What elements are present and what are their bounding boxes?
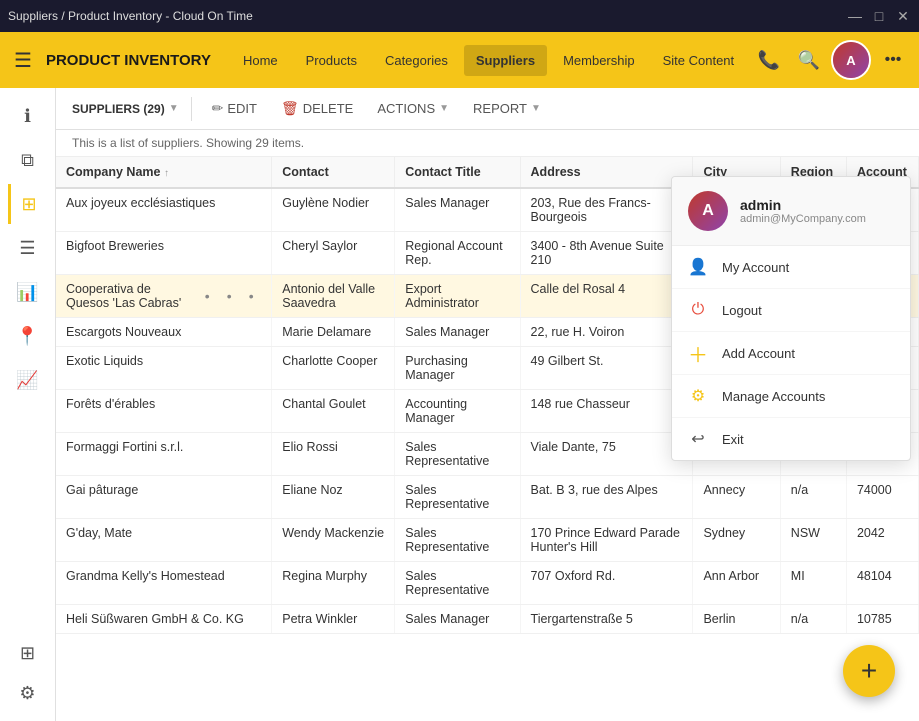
table-row[interactable]: Heli Süßwaren GmbH & Co. KGPetra Winkler… xyxy=(56,605,919,634)
minimize-button[interactable]: — xyxy=(847,8,863,24)
nav-products[interactable]: Products xyxy=(294,45,369,76)
actions-button[interactable]: ACTIONS ▼ xyxy=(369,97,457,120)
sidebar-item-info[interactable]: ℹ xyxy=(8,96,48,136)
logout-item[interactable]: ⏻ Logout xyxy=(672,289,910,332)
my-account-label: My Account xyxy=(722,260,789,275)
add-account-item[interactable]: ＋ Add Account xyxy=(672,332,910,375)
sidebar: ℹ ⧉ ⊞ ☰ 📊 📍 📈 ⊞ ⚙ xyxy=(0,88,56,721)
my-account-item[interactable]: 👤 My Account xyxy=(672,246,910,289)
nav-categories[interactable]: Categories xyxy=(373,45,460,76)
user-dropdown-menu: A admin admin@MyCompany.com 👤 My Account… xyxy=(671,176,911,461)
add-icon: ＋ xyxy=(688,343,708,363)
toolbar-separator-1 xyxy=(191,97,192,121)
dropdown-username: admin xyxy=(740,197,866,213)
more-options-button[interactable]: ••• xyxy=(875,42,911,78)
titlebar: Suppliers / Product Inventory - Cloud On… xyxy=(0,0,919,32)
exit-icon: ↩ xyxy=(688,429,708,449)
logout-label: Logout xyxy=(722,303,762,318)
gear-icon: ⚙ xyxy=(688,386,708,406)
sidebar-item-list[interactable]: ☰ xyxy=(8,228,48,268)
app-title: PRODUCT INVENTORY xyxy=(46,52,211,69)
window-title: Suppliers / Product Inventory - Cloud On… xyxy=(8,9,253,23)
sidebar-bottom: ⊞ ⚙ xyxy=(8,633,48,713)
delete-icon: 🗑 xyxy=(281,100,299,117)
col-contact[interactable]: Contact xyxy=(272,157,395,188)
sidebar-item-stats[interactable]: 📈 xyxy=(8,360,48,400)
hamburger-button[interactable]: ☰ xyxy=(8,42,38,79)
sidebar-item-tiles[interactable]: ⊞ xyxy=(8,633,48,673)
nav-home[interactable]: Home xyxy=(231,45,290,76)
report-chevron-icon: ▼ xyxy=(531,103,541,114)
phone-icon-button[interactable]: 📞 xyxy=(751,42,787,78)
report-button[interactable]: REPORT ▼ xyxy=(465,97,549,120)
close-button[interactable]: ✕ xyxy=(895,8,911,24)
nav-site-content[interactable]: Site Content xyxy=(651,45,747,76)
info-bar: This is a list of suppliers. Showing 29 … xyxy=(56,130,919,157)
sidebar-item-settings[interactable]: ⚙ xyxy=(8,673,48,713)
table-row[interactable]: G'day, MateWendy MackenzieSales Represen… xyxy=(56,519,919,562)
sidebar-item-copy[interactable]: ⧉ xyxy=(8,140,48,180)
manage-accounts-label: Manage Accounts xyxy=(722,389,825,404)
row-action-dot[interactable]: • xyxy=(219,286,239,306)
edit-button[interactable]: ✏ EDIT xyxy=(204,96,265,121)
search-icon-button[interactable]: 🔍 xyxy=(791,42,827,78)
table-row[interactable]: Gai pâturageEliane NozSales Representati… xyxy=(56,476,919,519)
nav-right-actions: 📞 🔍 A ••• xyxy=(751,40,911,80)
delete-button[interactable]: 🗑 DELETE xyxy=(273,96,361,121)
sidebar-item-grid[interactable]: ⊞ xyxy=(8,184,48,224)
dropdown-avatar: A xyxy=(688,191,728,231)
add-account-label: Add Account xyxy=(722,346,795,361)
row-action-dot[interactable]: • xyxy=(197,286,217,306)
nav-suppliers[interactable]: Suppliers xyxy=(464,45,547,76)
dropdown-user-info: admin admin@MyCompany.com xyxy=(740,197,866,225)
exit-label: Exit xyxy=(722,432,744,447)
sort-icon: ↑ xyxy=(164,168,169,179)
col-contact-title[interactable]: Contact Title xyxy=(395,157,520,188)
dropdown-email: admin@MyCompany.com xyxy=(740,213,866,225)
person-icon: 👤 xyxy=(688,257,708,277)
nav-membership[interactable]: Membership xyxy=(551,45,647,76)
row-actions: ••• xyxy=(197,286,261,306)
actions-chevron-icon: ▼ xyxy=(439,103,449,114)
exit-item[interactable]: ↩ Exit xyxy=(672,418,910,460)
table-row[interactable]: Grandma Kelly's HomesteadRegina MurphySa… xyxy=(56,562,919,605)
maximize-button[interactable]: □ xyxy=(871,8,887,24)
edit-icon: ✏ xyxy=(212,100,224,117)
manage-accounts-item[interactable]: ⚙ Manage Accounts xyxy=(672,375,910,418)
col-company[interactable]: Company Name ↑ xyxy=(56,157,272,188)
user-avatar-button[interactable]: A xyxy=(831,40,871,80)
dropdown-header: A admin admin@MyCompany.com xyxy=(672,177,910,246)
main-layout: ℹ ⧉ ⊞ ☰ 📊 📍 📈 ⊞ ⚙ SUPPLIERS (29) ▼ ✏ EDI… xyxy=(0,88,919,721)
col-address[interactable]: Address xyxy=(520,157,693,188)
top-navigation: ☰ PRODUCT INVENTORY Home Products Catego… xyxy=(0,32,919,88)
avatar-image: A xyxy=(833,42,869,78)
suppliers-count-label: SUPPLIERS (29) ▼ xyxy=(72,102,179,116)
fab-add-button[interactable]: + xyxy=(843,645,895,697)
sidebar-item-chart[interactable]: 📊 xyxy=(8,272,48,312)
window-controls: — □ ✕ xyxy=(847,8,911,24)
chevron-down-icon: ▼ xyxy=(169,103,179,114)
info-text: This is a list of suppliers. Showing 29 … xyxy=(72,136,304,150)
toolbar: SUPPLIERS (29) ▼ ✏ EDIT 🗑 DELETE ACTIONS… xyxy=(56,88,919,130)
row-action-dot[interactable]: • xyxy=(241,286,261,306)
content-area: SUPPLIERS (29) ▼ ✏ EDIT 🗑 DELETE ACTIONS… xyxy=(56,88,919,721)
logout-icon: ⏻ xyxy=(688,300,708,320)
sidebar-item-location[interactable]: 📍 xyxy=(8,316,48,356)
